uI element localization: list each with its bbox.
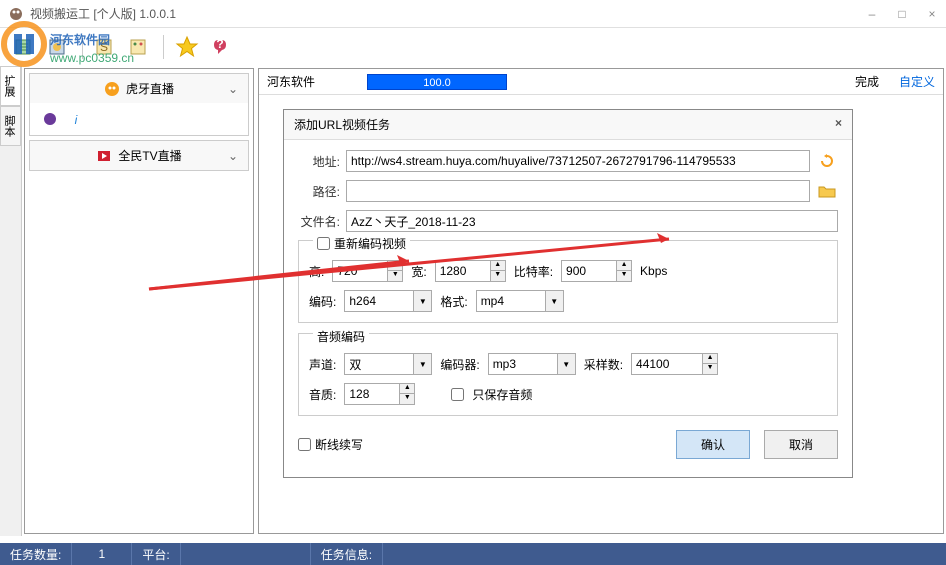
codec-label: 编码: [309, 293, 336, 310]
svg-text:S: S [100, 40, 108, 54]
spinner-down[interactable]: ▼ [400, 394, 414, 404]
task-info-label: 任务信息: [311, 543, 383, 565]
resume-label: 断线续写 [315, 436, 363, 453]
spinner-down[interactable]: ▼ [703, 364, 717, 374]
toolbar-separator [82, 35, 83, 59]
sample-label: 采样数: [584, 356, 623, 373]
encoder-combo[interactable] [488, 353, 558, 375]
url-input[interactable] [346, 150, 810, 172]
dialog-close-button[interactable]: × [835, 116, 842, 133]
chevron-down-icon: ⌄ [228, 82, 238, 96]
side-tabs: 扩展 脚本 [0, 66, 22, 536]
filename-input[interactable] [346, 210, 838, 232]
bitrate-label: 比特率: [514, 263, 553, 280]
app-icon [8, 6, 24, 22]
toolbar-button-4[interactable] [125, 32, 155, 62]
combo-dropdown[interactable]: ▼ [546, 290, 564, 312]
height-input[interactable] [332, 260, 388, 282]
width-label: 宽: [411, 263, 426, 280]
url-label: 地址: [298, 153, 340, 170]
status-text: 完成 [855, 73, 879, 90]
statusbar: 任务数量: 1 平台: 任务信息: [0, 543, 946, 565]
progress-bar: 100.0 [367, 74, 507, 90]
task-count-label: 任务数量: [0, 543, 72, 565]
minimize-button[interactable]: – [866, 8, 878, 20]
chevron-down-icon: ⌄ [228, 149, 238, 163]
folder-browse-icon[interactable] [816, 181, 838, 201]
quality-label: 音质: [309, 386, 336, 403]
path-input[interactable] [346, 180, 810, 202]
audio-only-label: 只保存音频 [472, 386, 532, 403]
combo-dropdown[interactable]: ▼ [414, 353, 432, 375]
huya-icon [104, 81, 120, 97]
sidebar-item-body: i [30, 103, 248, 135]
sidebar-item-huya[interactable]: 虎牙直播 ⌄ [30, 74, 248, 103]
codec-combo[interactable] [344, 290, 414, 312]
format-combo[interactable] [476, 290, 546, 312]
spinner-down[interactable]: ▼ [388, 271, 402, 281]
reencode-label: 重新编码视频 [334, 235, 406, 252]
platform-label: 平台: [132, 543, 180, 565]
bitrate-input[interactable] [561, 260, 617, 282]
audio-legend: 音频编码 [313, 328, 369, 345]
sidebar-item-label: 全民TV直播 [118, 147, 181, 164]
channels-combo[interactable] [344, 353, 414, 375]
close-button[interactable]: × [926, 8, 938, 20]
window-title: 视频搬运工 [个人版] 1.0.0.1 [30, 5, 866, 22]
spinner-up[interactable]: ▲ [400, 384, 414, 394]
quality-input[interactable] [344, 383, 400, 405]
toolbar-separator [163, 35, 164, 59]
dialog-title: 添加URL视频任务 [294, 116, 390, 133]
task-count-value: 1 [72, 543, 132, 565]
side-tab-extensions[interactable]: 扩展 [0, 66, 21, 106]
content-title: 河东软件 [267, 73, 367, 90]
sidebar: 虎牙直播 ⌄ i 全民TV直播 ⌄ [24, 68, 254, 534]
encoder-label: 编码器: [440, 356, 479, 373]
toolbar: S ? [0, 28, 946, 66]
purple-dot-icon[interactable] [42, 111, 58, 127]
height-label: 高: [309, 263, 324, 280]
ok-button[interactable]: 确认 [676, 430, 750, 459]
spinner-up[interactable]: ▲ [388, 261, 402, 271]
toolbar-button-1[interactable] [10, 32, 40, 62]
info-icon[interactable]: i [68, 111, 84, 127]
refresh-icon[interactable] [816, 151, 838, 171]
titlebar: 视频搬运工 [个人版] 1.0.0.1 – □ × [0, 0, 946, 28]
spinner-down[interactable]: ▼ [617, 271, 631, 281]
cancel-button[interactable]: 取消 [764, 430, 838, 459]
audio-only-checkbox[interactable] [451, 388, 464, 401]
path-label: 路径: [298, 183, 340, 200]
content-area: 河东软件 100.0 完成 自定义 添加URL视频任务 × 地址: 路径: [258, 68, 944, 534]
kbps-label: Kbps [640, 264, 667, 278]
spinner-up[interactable]: ▲ [617, 261, 631, 271]
reencode-checkbox[interactable] [317, 237, 330, 250]
toolbar-button-3[interactable]: S [91, 32, 121, 62]
maximize-button[interactable]: □ [896, 8, 908, 20]
filename-label: 文件名: [298, 213, 340, 230]
sidebar-item-quanmintv[interactable]: 全民TV直播 ⌄ [30, 141, 248, 170]
spinner-up[interactable]: ▲ [703, 354, 717, 364]
add-url-dialog: 添加URL视频任务 × 地址: 路径: 文件名: [283, 109, 853, 478]
svg-text:i: i [75, 113, 78, 127]
resume-checkbox[interactable] [298, 438, 311, 451]
sidebar-item-label: 虎牙直播 [126, 80, 174, 97]
svg-text:?: ? [216, 37, 223, 51]
sample-input[interactable] [631, 353, 703, 375]
channels-label: 声道: [309, 356, 336, 373]
width-input[interactable] [435, 260, 491, 282]
toolbar-star-button[interactable] [172, 32, 202, 62]
toolbar-button-2[interactable] [44, 32, 74, 62]
spinner-down[interactable]: ▼ [491, 271, 505, 281]
format-label: 格式: [440, 293, 467, 310]
custom-link[interactable]: 自定义 [899, 73, 935, 90]
toolbar-help-button[interactable]: ? [206, 32, 236, 62]
platform-value [181, 543, 311, 565]
spinner-up[interactable]: ▲ [491, 261, 505, 271]
combo-dropdown[interactable]: ▼ [558, 353, 576, 375]
quanmin-icon [96, 148, 112, 164]
side-tab-scripts[interactable]: 脚本 [0, 106, 21, 146]
combo-dropdown[interactable]: ▼ [414, 290, 432, 312]
